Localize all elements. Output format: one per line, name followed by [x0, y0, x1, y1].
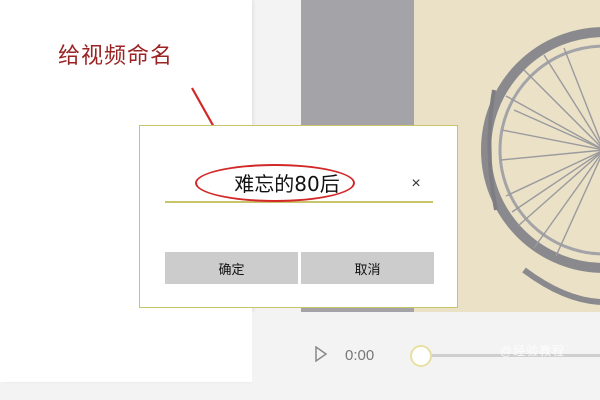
watermark: @经验教程: [500, 344, 566, 358]
close-icon[interactable]: ×: [406, 174, 426, 194]
cancel-button[interactable]: 取消: [301, 252, 434, 284]
annotation-label: 给视频命名: [58, 44, 174, 69]
video-name-input[interactable]: [165, 167, 433, 203]
progress-knob[interactable]: [410, 345, 432, 367]
confirm-button[interactable]: 确定: [165, 252, 298, 284]
time-label: 0:00: [345, 347, 375, 364]
playback-bar: 0:00 @经验教程: [252, 312, 600, 400]
play-icon[interactable]: [314, 346, 328, 362]
rename-dialog: × 确定 取消: [139, 125, 458, 308]
